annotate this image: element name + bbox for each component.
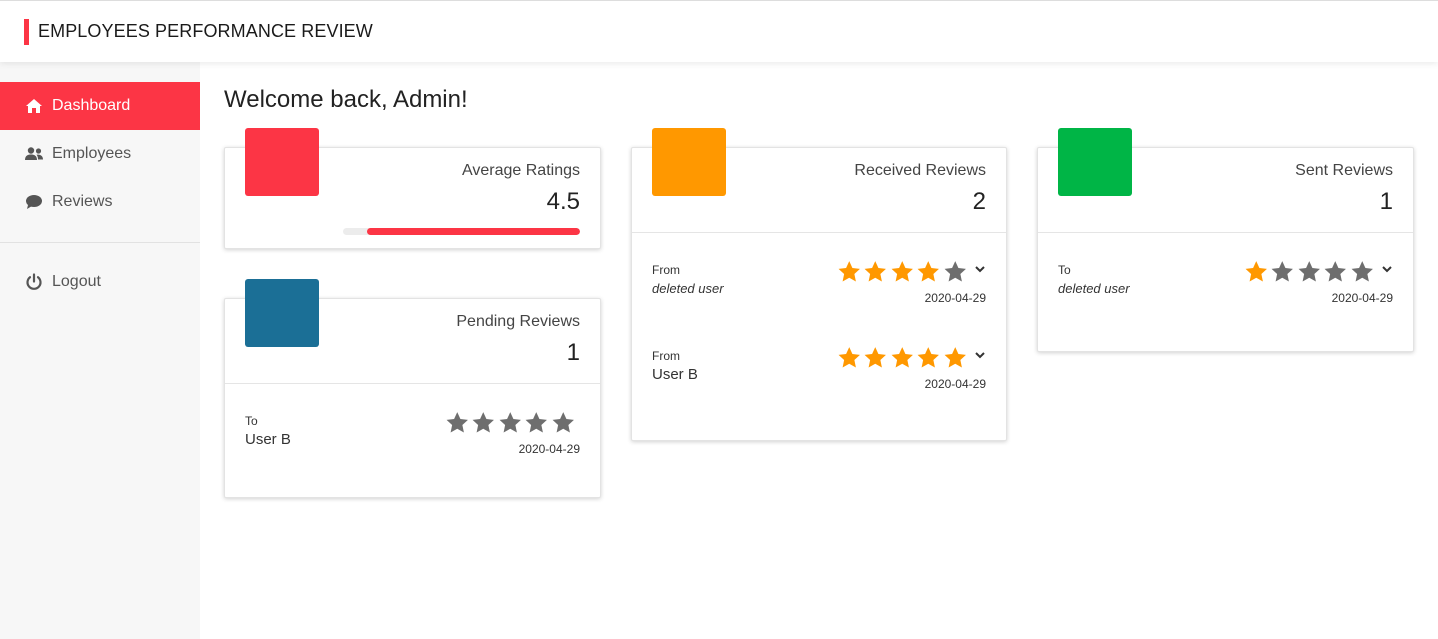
star-empty-icon [1298, 261, 1320, 282]
app-header: EMPLOYEES PERFORMANCE REVIEW [0, 0, 1438, 62]
home-icon [24, 97, 44, 115]
chevron-down-icon[interactable] [974, 263, 986, 275]
card-divider [632, 232, 1006, 233]
sidebar-item-reviews[interactable]: Reviews [0, 178, 200, 226]
star-filled-icon [891, 347, 913, 368]
review-user: deleted user [652, 281, 724, 296]
received-reviews-card: Received Reviews 2 From deleted user 202… [631, 128, 1007, 441]
star-filled-icon [917, 261, 939, 282]
star-filled-icon [891, 261, 913, 282]
card-value: 1 [1379, 188, 1393, 215]
pending-reviews-card: Pending Reviews 1 To User B 2020-04-29 [224, 279, 601, 498]
review-user: User B [245, 431, 291, 448]
star-empty-icon [944, 261, 966, 282]
users-icon [24, 145, 44, 163]
power-icon [24, 273, 44, 291]
review-direction: To [245, 414, 258, 428]
star-empty-icon [1351, 261, 1373, 282]
card-value: 4.5 [546, 188, 580, 215]
sidebar-item-label: Employees [52, 145, 132, 162]
star-empty-icon[interactable] [523, 410, 550, 434]
card-title: Pending Reviews [456, 313, 580, 330]
average-ratings-tile [245, 128, 319, 196]
star-empty-icon[interactable] [550, 410, 577, 434]
header-accent-bar [24, 19, 29, 45]
card-title: Average Ratings [462, 162, 580, 179]
star-filled-icon [864, 261, 886, 282]
star-filled-icon [944, 347, 966, 368]
card-divider [225, 383, 600, 384]
chevron-down-icon[interactable] [1381, 263, 1393, 275]
review-item: To User B 2020-04-29 [245, 412, 580, 484]
review-direction: From [652, 263, 680, 277]
star-filled-icon [917, 347, 939, 368]
review-user: deleted user [1058, 281, 1130, 296]
star-filled-icon [838, 347, 860, 368]
sidebar-item-employees[interactable]: Employees [0, 130, 200, 178]
star-empty-icon[interactable] [444, 410, 471, 434]
star-filled-icon [864, 347, 886, 368]
sent-reviews-tile [1058, 128, 1132, 196]
review-date: 2020-04-29 [518, 442, 580, 456]
progress-fill [366, 228, 580, 235]
sent-reviews-card: Sent Reviews 1 To deleted user 2020-04-2… [1037, 128, 1414, 352]
star-rating [836, 345, 969, 369]
review-date: 2020-04-29 [924, 377, 986, 391]
review-item: To deleted user 2020-04-29 [1058, 261, 1393, 333]
sidebar-divider [0, 242, 200, 243]
sidebar-item-label: Dashboard [52, 97, 131, 114]
card-divider [1038, 232, 1413, 233]
star-rating [1243, 259, 1376, 283]
star-empty-icon[interactable] [497, 410, 524, 434]
sidebar-item-dashboard[interactable]: Dashboard [0, 82, 200, 130]
review-direction: To [1058, 263, 1071, 277]
review-item: From deleted user 2020-04-29 [652, 261, 986, 333]
sidebar-item-label: Reviews [52, 193, 113, 210]
review-user: User B [652, 366, 698, 383]
star-filled-icon [838, 261, 860, 282]
comment-icon [24, 193, 44, 211]
review-date: 2020-04-29 [1331, 291, 1393, 305]
star-empty-icon [1271, 261, 1293, 282]
star-rating[interactable] [444, 410, 577, 434]
review-item: From User B 2020-04-29 [652, 347, 986, 419]
review-date: 2020-04-29 [924, 291, 986, 305]
card-title: Received Reviews [854, 162, 986, 179]
app-title: EMPLOYEES PERFORMANCE REVIEW [38, 21, 373, 41]
sidebar: Dashboard Employees Reviews Logout [0, 62, 200, 639]
pending-reviews-tile [245, 279, 319, 347]
welcome-heading: Welcome back, Admin! [224, 86, 468, 113]
sidebar-item-label: Logout [52, 273, 101, 290]
sidebar-item-logout[interactable]: Logout [0, 258, 200, 306]
review-direction: From [652, 349, 680, 363]
card-title: Sent Reviews [1295, 162, 1393, 179]
average-rating-progress [343, 228, 580, 235]
card-value: 2 [972, 188, 986, 215]
card-value: 1 [566, 339, 580, 366]
chevron-down-icon[interactable] [974, 349, 986, 361]
average-ratings-card: Average Ratings 4.5 [224, 128, 601, 249]
star-empty-icon[interactable] [470, 410, 497, 434]
received-reviews-tile [652, 128, 726, 196]
star-rating [836, 259, 969, 283]
star-empty-icon [1324, 261, 1346, 282]
star-filled-icon [1245, 261, 1267, 282]
